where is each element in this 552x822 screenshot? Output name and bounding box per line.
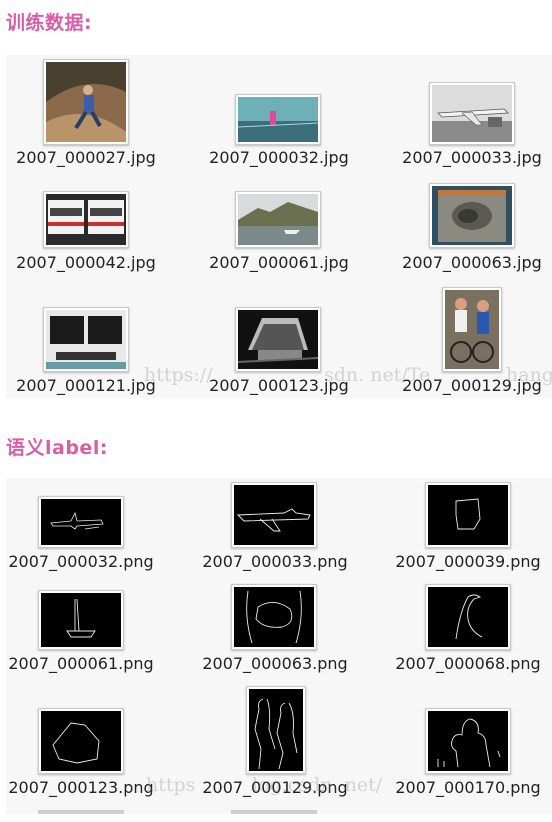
training-data-panel: 2007_000027.jpg 2007_000032.jpg 2007_000… xyxy=(6,55,552,398)
label-2007-000061[interactable] xyxy=(38,590,124,650)
photo-runway xyxy=(238,97,318,142)
photo-train-station xyxy=(238,310,318,369)
mask-airplane-small xyxy=(41,499,121,545)
label-2007-000123[interactable] xyxy=(38,708,124,774)
mask-train xyxy=(41,711,121,771)
label-2007-000032[interactable] xyxy=(38,496,124,548)
thumb-2007-000129[interactable] xyxy=(442,287,502,372)
semantic-label-heading: 语义label: xyxy=(6,437,108,459)
filename-label: 2007_000061.png xyxy=(8,654,154,673)
filename-label: 2007_000068.png xyxy=(395,654,541,673)
label-2007-000068[interactable] xyxy=(425,584,511,650)
thumb-2007-000061[interactable] xyxy=(235,191,321,248)
next-row-thumb-edge xyxy=(231,810,317,814)
filename-label: 2007_000033.png xyxy=(202,552,348,571)
label-2007-000063[interactable] xyxy=(231,584,317,650)
label-2007-000170[interactable] xyxy=(425,708,511,774)
photo-trains xyxy=(46,194,126,245)
filename-label: 2007_000061.jpg xyxy=(209,253,349,272)
photo-airplane xyxy=(432,85,512,142)
filename-label: 2007_000129.jpg xyxy=(402,376,542,395)
thumb-2007-000042[interactable] xyxy=(43,191,129,248)
thumb-2007-000063[interactable] xyxy=(429,183,515,248)
filename-label: 2007_000063.png xyxy=(202,654,348,673)
filename-label: 2007_000170.png xyxy=(395,778,541,797)
mask-person xyxy=(428,711,508,771)
mask-cyclists xyxy=(249,689,303,771)
filename-label: 2007_000063.jpg xyxy=(402,253,542,272)
label-2007-000129[interactable] xyxy=(246,686,306,774)
next-row-thumb-edge xyxy=(38,810,124,814)
filename-label: 2007_000033.jpg xyxy=(402,148,542,167)
filename-label: 2007_000032.jpg xyxy=(209,148,349,167)
mask-boat xyxy=(41,593,121,647)
semantic-label-panel: 2007_000032.png 2007_000033.png 2007_000… xyxy=(6,478,552,814)
thumb-2007-000123[interactable] xyxy=(235,307,321,372)
photo-boat-river xyxy=(238,194,318,245)
label-2007-000039[interactable] xyxy=(425,482,511,548)
filename-label: 2007_000027.jpg xyxy=(16,148,156,167)
training-data-heading: 训练数据: xyxy=(6,12,93,34)
photo-cat-chair xyxy=(432,186,512,245)
mask-airplane xyxy=(234,485,314,545)
photo-monitors xyxy=(46,310,126,369)
photo-cyclists xyxy=(445,290,499,369)
filename-label: 2007_000123.png xyxy=(8,778,154,797)
thumb-2007-000027[interactable] xyxy=(43,59,129,145)
thumb-2007-000032[interactable] xyxy=(235,94,321,145)
filename-label: 2007_000121.jpg xyxy=(16,376,156,395)
mask-cat xyxy=(234,587,314,647)
mask-monitor xyxy=(428,485,508,545)
filename-label: 2007_000129.png xyxy=(202,778,348,797)
filename-label: 2007_000032.png xyxy=(8,552,154,571)
photo-person-field xyxy=(46,62,126,142)
mask-bird xyxy=(428,587,508,647)
filename-label: 2007_000123.jpg xyxy=(209,376,349,395)
label-2007-000033[interactable] xyxy=(231,482,317,548)
thumb-2007-000033[interactable] xyxy=(429,82,515,145)
filename-label: 2007_000042.jpg xyxy=(16,253,156,272)
filename-label: 2007_000039.png xyxy=(395,552,541,571)
thumb-2007-000121[interactable] xyxy=(43,307,129,372)
